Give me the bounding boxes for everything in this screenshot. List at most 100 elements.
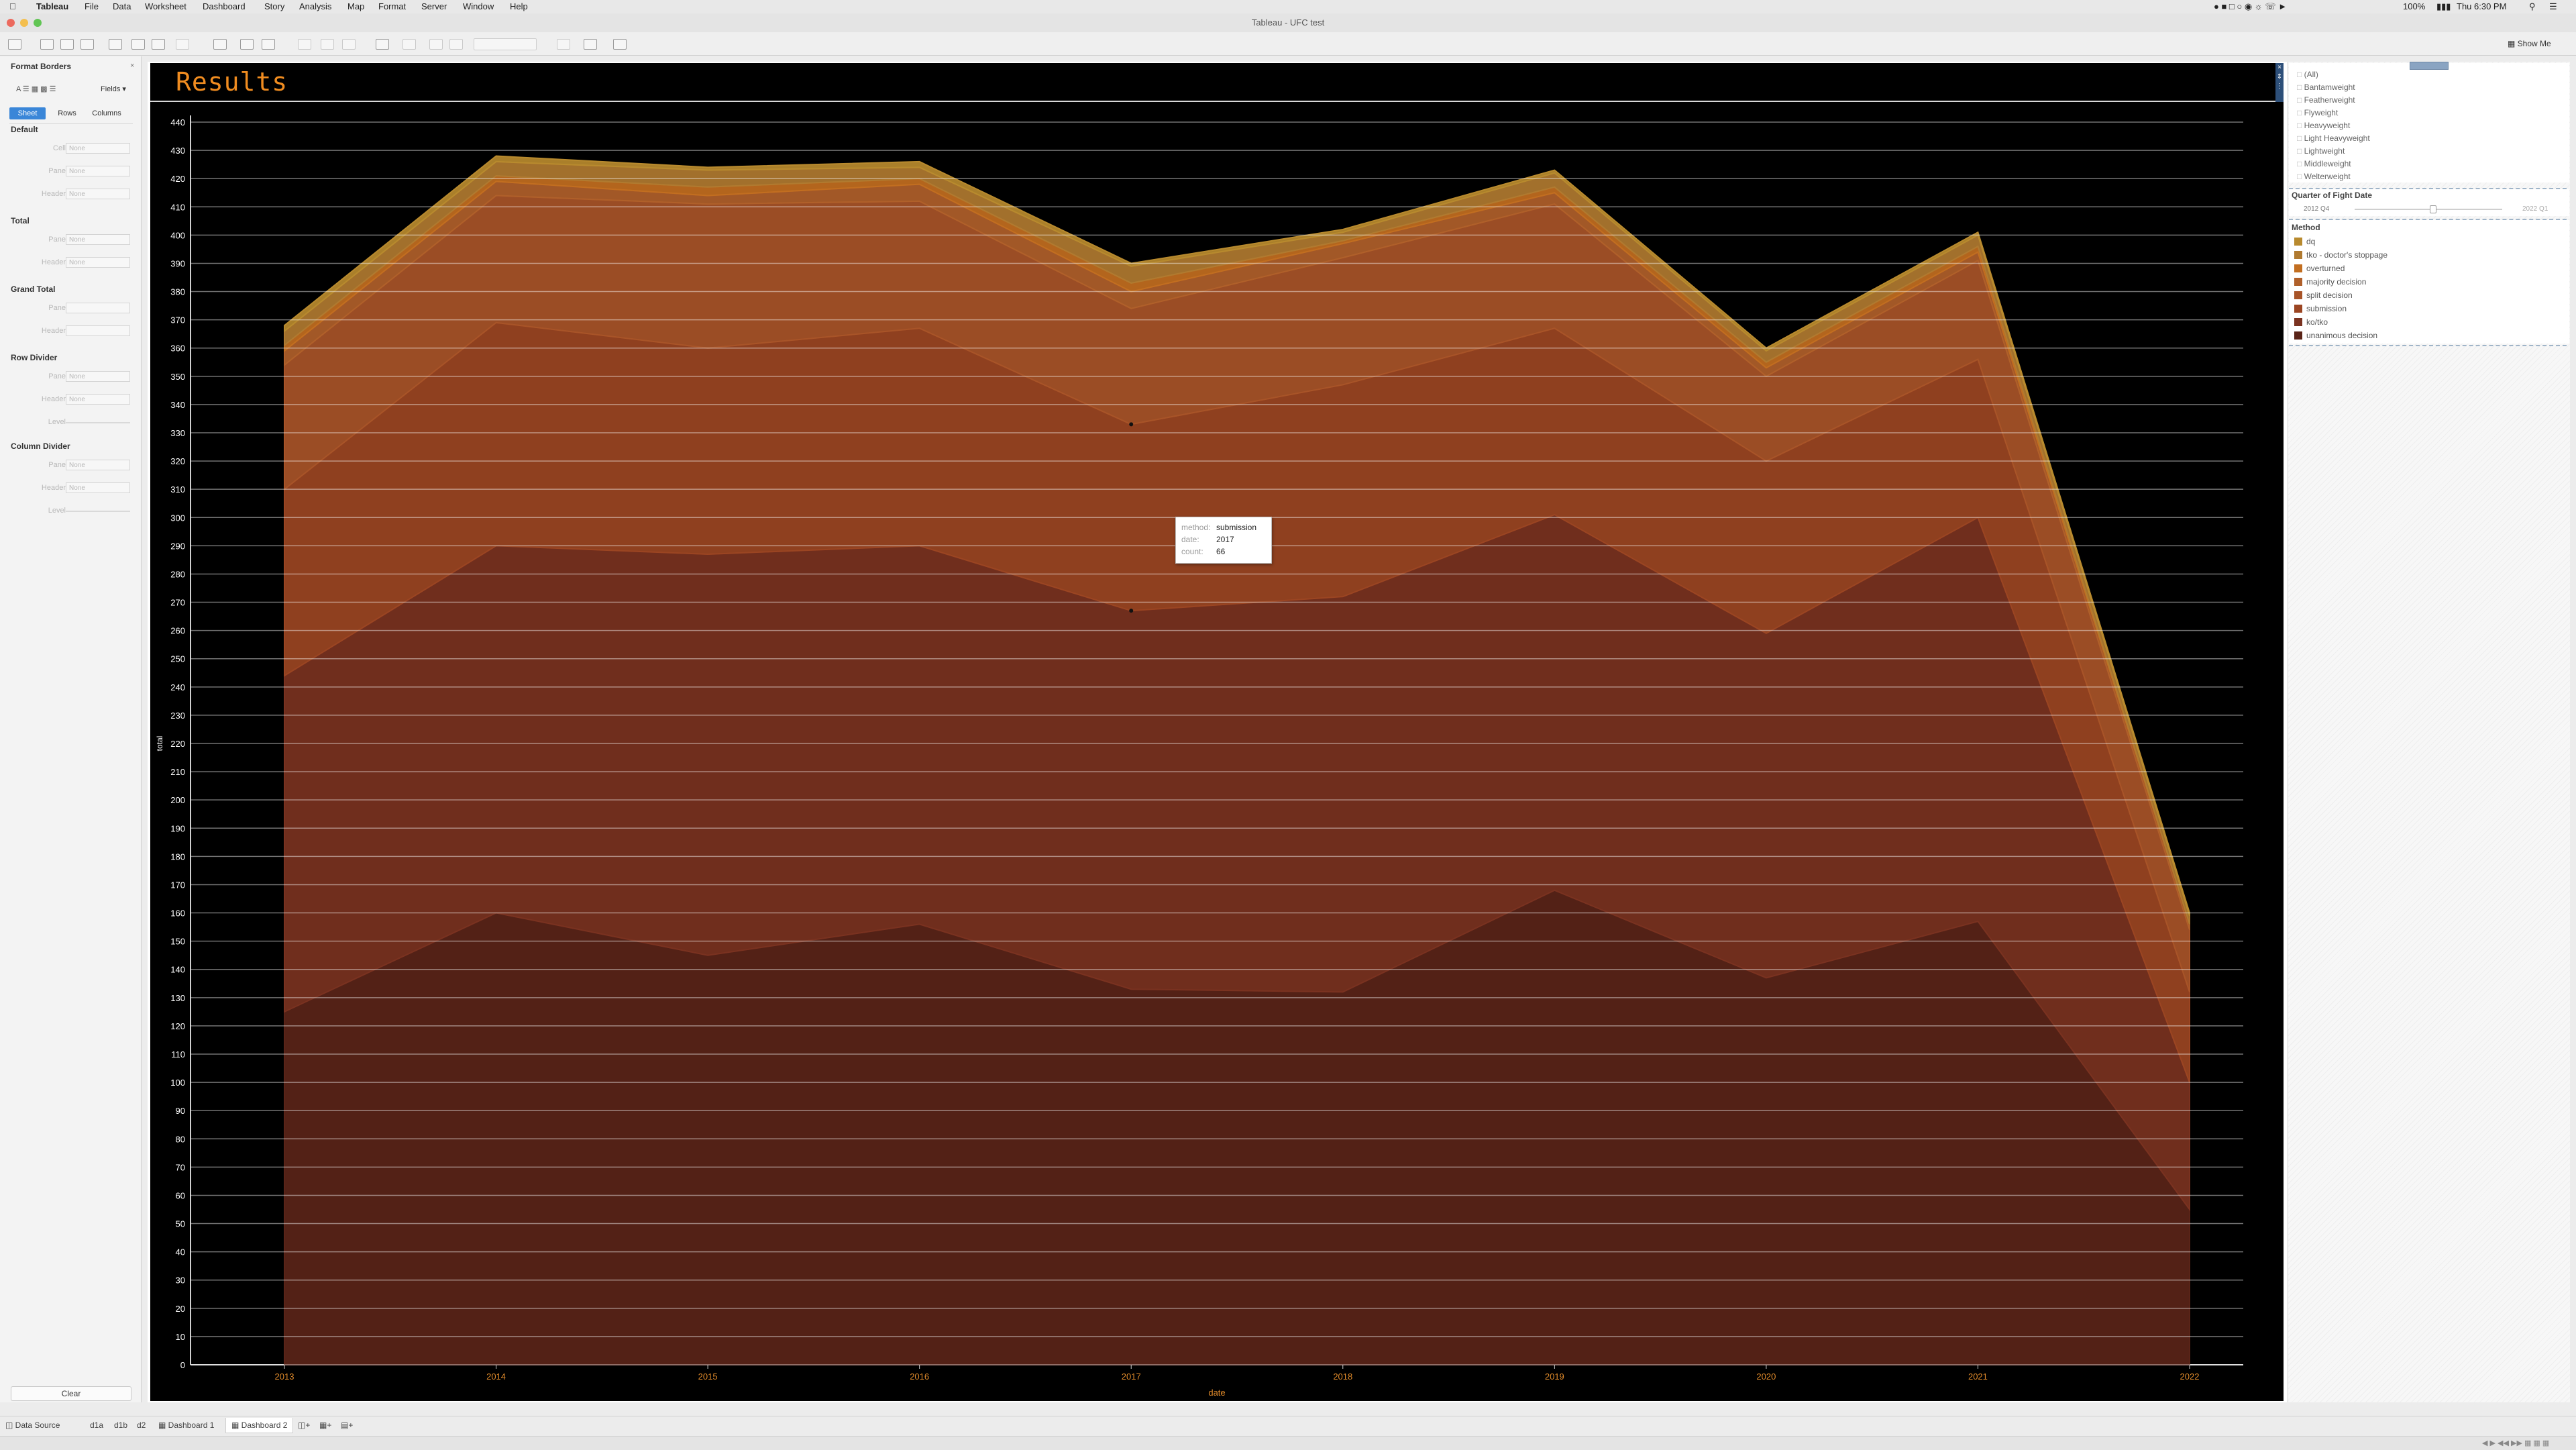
clock[interactable]: Thu 6:30 PM xyxy=(2457,1,2506,12)
legend-label[interactable]: submission xyxy=(2306,304,2347,313)
menu-file[interactable]: File xyxy=(85,1,99,12)
menu-server[interactable]: Server xyxy=(421,1,447,12)
legend-swatch[interactable] xyxy=(2294,318,2302,326)
presentation-icon[interactable] xyxy=(584,39,597,50)
fit-select[interactable] xyxy=(474,38,537,50)
highlight-icon[interactable] xyxy=(376,39,389,50)
refresh-icon[interactable] xyxy=(176,39,189,50)
legend-swatch[interactable] xyxy=(2294,331,2302,340)
column-divider-level-slider[interactable] xyxy=(66,511,130,512)
labels-icon[interactable] xyxy=(429,39,443,50)
tab-dashboard-1[interactable]: ▦ Dashboard 1 xyxy=(158,1420,214,1430)
hovered-mark-bottom[interactable] xyxy=(1129,609,1134,613)
sort-desc-icon[interactable] xyxy=(342,39,356,50)
menu-dashboard[interactable]: Dashboard xyxy=(203,1,246,12)
menu-map[interactable]: Map xyxy=(347,1,364,12)
tab-navigation-icons[interactable]: ◀ ▶ ◀◀ ▶▶ ▦ ▦ ▦ xyxy=(2482,1439,2549,1447)
checkbox-icon[interactable]: □ xyxy=(2297,146,2304,156)
sort-asc-icon[interactable] xyxy=(321,39,334,50)
clear-button[interactable]: Clear xyxy=(11,1386,131,1401)
clear-sheet-icon[interactable] xyxy=(262,39,275,50)
tab-d1b[interactable]: d1b xyxy=(114,1420,127,1430)
tab-d2[interactable]: d2 xyxy=(137,1420,146,1430)
checkbox-icon[interactable]: □ xyxy=(2297,121,2304,130)
format-toolbar-icons[interactable]: A ☰ ▦ ▩ ☰ xyxy=(16,85,56,93)
checkbox-icon[interactable]: □ xyxy=(2297,83,2304,92)
weightclass-filter-item[interactable]: □ Lightweight xyxy=(2297,146,2345,156)
menu-data[interactable]: Data xyxy=(113,1,131,12)
menu-app-name[interactable]: Tableau xyxy=(36,1,68,12)
replay-icon[interactable] xyxy=(80,39,94,50)
control-center-icon[interactable]: ☰ xyxy=(2549,1,2557,12)
checkbox-icon[interactable]: □ xyxy=(2297,134,2304,143)
new-sheet-icon[interactable] xyxy=(213,39,227,50)
search-icon[interactable]: ⚲ xyxy=(2529,1,2536,12)
legend-swatch[interactable] xyxy=(2294,278,2302,286)
tab-sheet[interactable]: Sheet xyxy=(9,107,46,119)
grand-total-pane-dropdown[interactable] xyxy=(66,303,130,313)
show-cards-icon[interactable] xyxy=(557,39,570,50)
row-divider-level-slider[interactable] xyxy=(66,422,130,423)
tab-d1a[interactable]: d1a xyxy=(90,1420,103,1430)
legend-swatch[interactable] xyxy=(2294,238,2302,246)
drag-handle[interactable] xyxy=(2410,62,2449,70)
new-worksheet-icon[interactable]: ◫+ xyxy=(298,1420,310,1430)
legend-label[interactable]: overturned xyxy=(2306,264,2345,273)
row-divider-pane-dropdown[interactable]: None xyxy=(66,371,130,382)
show-me-button[interactable]: ▦ Show Me xyxy=(2508,39,2551,48)
new-dashboard-icon[interactable]: ▦+ xyxy=(319,1420,331,1430)
legend-label[interactable]: dq xyxy=(2306,237,2315,246)
tab-dashboard-2[interactable]: ▦ Dashboard 2 xyxy=(225,1418,294,1433)
checkbox-icon[interactable]: □ xyxy=(2297,159,2304,168)
date-range-slider[interactable] xyxy=(2355,209,2502,210)
duplicate-sheet-icon[interactable] xyxy=(240,39,254,50)
tab-columns[interactable]: Columns xyxy=(87,107,126,119)
legend-label[interactable]: unanimous decision xyxy=(2306,331,2377,340)
fields-dropdown[interactable]: Fields ▾ xyxy=(101,85,126,93)
checkbox-icon[interactable]: □ xyxy=(2297,95,2304,105)
new-datasource-icon[interactable] xyxy=(131,39,145,50)
menu-worksheet[interactable]: Worksheet xyxy=(145,1,186,12)
default-header-dropdown[interactable]: None xyxy=(66,189,130,199)
legend-label[interactable]: split decision xyxy=(2306,291,2353,300)
pause-updates-icon[interactable] xyxy=(152,39,165,50)
legend-swatch[interactable] xyxy=(2294,251,2302,259)
weightclass-filter-item[interactable]: □ Flyweight xyxy=(2297,108,2338,117)
save-icon[interactable] xyxy=(109,39,122,50)
default-pane-dropdown[interactable]: None xyxy=(66,166,130,176)
legend-swatch[interactable] xyxy=(2294,264,2302,272)
share-icon[interactable] xyxy=(613,39,627,50)
area-chart[interactable]: 0 10 20 30 40 50 60 70 80 90 100 110 120 130 140 150 160… xyxy=(150,102,2284,1400)
checkbox-icon[interactable]: □ xyxy=(2297,108,2304,117)
legend-swatch[interactable] xyxy=(2294,305,2302,313)
fix-axes-icon[interactable] xyxy=(449,39,463,50)
column-divider-pane-dropdown[interactable]: None xyxy=(66,460,130,470)
tab-rows[interactable]: Rows xyxy=(52,107,82,119)
hovered-mark-top[interactable] xyxy=(1129,422,1134,427)
new-story-icon[interactable]: ▤+ xyxy=(341,1420,353,1430)
legend-label[interactable]: ko/tko xyxy=(2306,317,2328,327)
weightclass-filter-item[interactable]: □ Heavyweight xyxy=(2297,121,2350,130)
group-icon[interactable] xyxy=(402,39,416,50)
weightclass-filter-item[interactable]: □ Light Heavyweight xyxy=(2297,134,2370,143)
apple-icon[interactable]:  xyxy=(9,1,16,12)
menu-story[interactable]: Story xyxy=(264,1,284,12)
checkbox-icon[interactable]: □ xyxy=(2297,172,2304,181)
container-handle[interactable]: × ⇕ ⋮ xyxy=(2275,63,2284,102)
weightclass-filter-item[interactable]: □ Featherweight xyxy=(2297,95,2355,105)
legend-swatch[interactable] xyxy=(2294,291,2302,299)
default-cell-dropdown[interactable]: None xyxy=(66,143,130,154)
tableau-logo-icon[interactable] xyxy=(8,39,21,50)
checkbox-icon[interactable]: □ xyxy=(2297,70,2304,79)
menu-analysis[interactable]: Analysis xyxy=(299,1,331,12)
weightclass-filter-item[interactable]: □ Middleweight xyxy=(2297,159,2351,168)
total-pane-dropdown[interactable]: None xyxy=(66,234,130,245)
weightclass-filter-item[interactable]: □ Bantamweight xyxy=(2297,83,2355,92)
date-slider-thumb[interactable] xyxy=(2430,205,2436,213)
swap-icon[interactable] xyxy=(298,39,311,50)
tab-data-source[interactable]: ◫ Data Source xyxy=(5,1420,60,1430)
close-panel-icon[interactable]: × xyxy=(130,62,134,70)
battery-icon[interactable]: ▮▮▮ xyxy=(2436,1,2451,12)
legend-label[interactable]: tko - doctor's stoppage xyxy=(2306,250,2387,260)
weightclass-filter-item[interactable]: □ Welterweight xyxy=(2297,172,2351,181)
